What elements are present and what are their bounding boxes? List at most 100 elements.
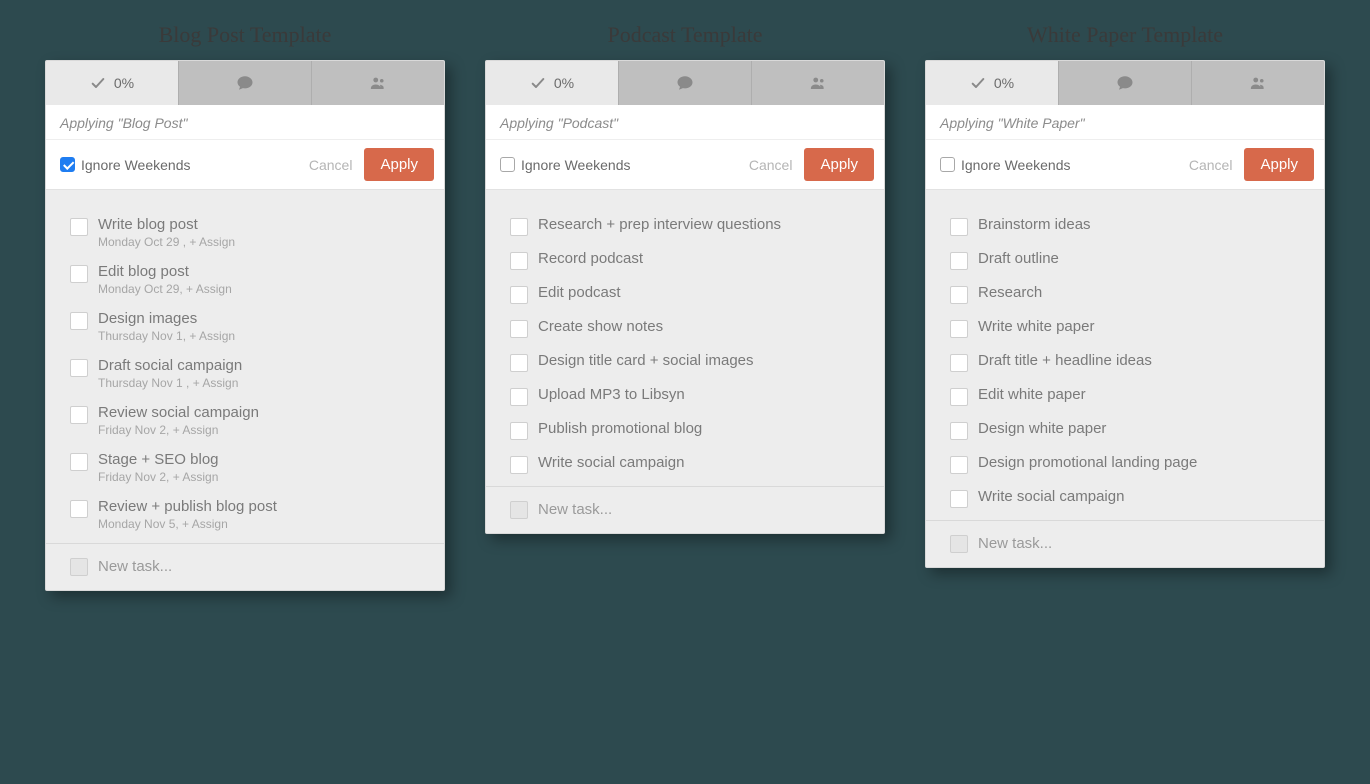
task-list: Write blog post Monday Oct 29 , + Assign E… xyxy=(46,190,444,543)
task-row[interactable]: Research + prep interview questions xyxy=(510,210,860,244)
task-row[interactable]: Edit blog postMonday Oct 29, + Assign xyxy=(70,257,420,304)
task-row[interactable]: Stage + SEO blog Friday Nov 2, + Assign xyxy=(70,445,420,492)
tab-comments[interactable] xyxy=(1059,61,1192,105)
ignore-weekends-label: Ignore Weekends xyxy=(961,157,1070,173)
task-checkbox[interactable] xyxy=(950,490,968,508)
task-row[interactable]: Create show notes xyxy=(510,312,860,346)
task-meta[interactable]: Monday Oct 29 , + Assign xyxy=(98,235,235,249)
new-task-input[interactable]: New task... xyxy=(926,520,1324,567)
new-task-input[interactable]: New task... xyxy=(46,543,444,590)
ignore-weekends-toggle[interactable]: Ignore Weekends xyxy=(500,157,749,173)
ignore-weekends-checkbox[interactable] xyxy=(500,157,515,172)
task-title: Stage + SEO blog xyxy=(98,451,219,468)
template-panel: 0%Applying "White Paper" Ignore Weekends C… xyxy=(925,60,1325,568)
task-body: Edit white paper xyxy=(978,386,1086,403)
task-row[interactable]: Record podcast xyxy=(510,244,860,278)
task-row[interactable]: Research xyxy=(950,278,1300,312)
task-row[interactable]: Design imagesThursday Nov 1, + Assign xyxy=(70,304,420,351)
task-row[interactable]: Draft outline xyxy=(950,244,1300,278)
task-meta[interactable]: Thursday Nov 1 , + Assign xyxy=(98,376,242,390)
task-row[interactable]: Write blog post Monday Oct 29 , + Assign xyxy=(70,210,420,257)
applying-label: Applying "White Paper" xyxy=(926,105,1324,140)
ignore-weekends-checkbox[interactable] xyxy=(60,157,75,172)
cancel-button[interactable]: Cancel xyxy=(749,157,793,173)
apply-button[interactable]: Apply xyxy=(804,148,874,181)
tab-progress[interactable]: 0% xyxy=(486,61,619,105)
task-checkbox[interactable] xyxy=(510,456,528,474)
task-checkbox[interactable] xyxy=(950,320,968,338)
apply-button[interactable]: Apply xyxy=(1244,148,1314,181)
task-checkbox[interactable] xyxy=(510,218,528,236)
ignore-weekends-checkbox[interactable] xyxy=(940,157,955,172)
task-body: Research + prep interview questions xyxy=(538,216,781,233)
task-checkbox[interactable] xyxy=(950,456,968,474)
task-title: Edit white paper xyxy=(978,386,1086,403)
tab-progress[interactable]: 0% xyxy=(926,61,1059,105)
task-checkbox[interactable] xyxy=(70,406,88,424)
task-meta[interactable]: Monday Nov 5, + Assign xyxy=(98,517,277,531)
task-checkbox[interactable] xyxy=(70,218,88,236)
tab-comments[interactable] xyxy=(179,61,312,105)
task-title: Brainstorm ideas xyxy=(978,216,1091,233)
task-meta[interactable]: Friday Nov 2, + Assign xyxy=(98,423,259,437)
task-checkbox[interactable] xyxy=(950,252,968,270)
task-checkbox[interactable] xyxy=(510,252,528,270)
task-checkbox[interactable] xyxy=(70,500,88,518)
tab-people[interactable] xyxy=(1192,61,1324,105)
new-task-placeholder: New task... xyxy=(978,535,1052,552)
tab-people[interactable] xyxy=(752,61,884,105)
task-body: Upload MP3 to Libsyn xyxy=(538,386,685,403)
task-title: Design title card + social images xyxy=(538,352,754,369)
task-row[interactable]: Review + publish blog post Monday Nov 5, … xyxy=(70,492,420,539)
task-row[interactable]: Upload MP3 to Libsyn xyxy=(510,380,860,414)
task-checkbox[interactable] xyxy=(510,320,528,338)
task-row[interactable]: Draft title + headline ideas xyxy=(950,346,1300,380)
task-meta[interactable]: Monday Oct 29, + Assign xyxy=(98,282,232,296)
task-checkbox[interactable] xyxy=(510,422,528,440)
task-row[interactable]: Review social campaignFriday Nov 2, + As… xyxy=(70,398,420,445)
people-icon xyxy=(368,74,388,92)
task-meta[interactable]: Friday Nov 2, + Assign xyxy=(98,470,219,484)
task-checkbox[interactable] xyxy=(950,218,968,236)
tab-people[interactable] xyxy=(312,61,444,105)
task-row[interactable]: Write social campaign xyxy=(950,482,1300,516)
task-row[interactable]: Design title card + social images xyxy=(510,346,860,380)
task-checkbox[interactable] xyxy=(510,354,528,372)
task-row[interactable]: Draft social campaignThursday Nov 1 , + … xyxy=(70,351,420,398)
task-checkbox[interactable] xyxy=(70,312,88,330)
new-task-input[interactable]: New task... xyxy=(486,486,884,533)
task-row[interactable]: Design promotional landing page xyxy=(950,448,1300,482)
task-checkbox[interactable] xyxy=(70,265,88,283)
ignore-weekends-toggle[interactable]: Ignore Weekends xyxy=(940,157,1189,173)
task-row[interactable]: Brainstorm ideas xyxy=(950,210,1300,244)
task-title: Write social campaign xyxy=(978,488,1124,505)
task-row[interactable]: Edit podcast xyxy=(510,278,860,312)
task-meta[interactable]: Thursday Nov 1, + Assign xyxy=(98,329,235,343)
task-row[interactable]: Design white paper xyxy=(950,414,1300,448)
task-checkbox[interactable] xyxy=(950,286,968,304)
task-checkbox[interactable] xyxy=(950,422,968,440)
task-title: Write blog post xyxy=(98,216,235,233)
task-checkbox[interactable] xyxy=(950,354,968,372)
ignore-weekends-toggle[interactable]: Ignore Weekends xyxy=(60,157,309,173)
task-title: Review + publish blog post xyxy=(98,498,277,515)
task-checkbox[interactable] xyxy=(510,286,528,304)
cancel-button[interactable]: Cancel xyxy=(1189,157,1233,173)
cancel-button[interactable]: Cancel xyxy=(309,157,353,173)
task-row[interactable]: Edit white paper xyxy=(950,380,1300,414)
task-row[interactable]: Publish promotional blog xyxy=(510,414,860,448)
tab-comments[interactable] xyxy=(619,61,752,105)
apply-button[interactable]: Apply xyxy=(364,148,434,181)
task-title: Write social campaign xyxy=(538,454,684,471)
tab-progress[interactable]: 0% xyxy=(46,61,179,105)
task-title: Write white paper xyxy=(978,318,1094,335)
controls-row: Ignore WeekendsCancel Apply xyxy=(486,140,884,190)
task-checkbox[interactable] xyxy=(510,388,528,406)
task-row[interactable]: Write white paper xyxy=(950,312,1300,346)
task-checkbox[interactable] xyxy=(950,388,968,406)
task-row[interactable]: Write social campaign xyxy=(510,448,860,482)
task-list: Brainstorm ideas Draft outlineResearch Wri… xyxy=(926,190,1324,520)
task-checkbox[interactable] xyxy=(70,359,88,377)
new-task-checkbox xyxy=(950,535,968,553)
task-checkbox[interactable] xyxy=(70,453,88,471)
